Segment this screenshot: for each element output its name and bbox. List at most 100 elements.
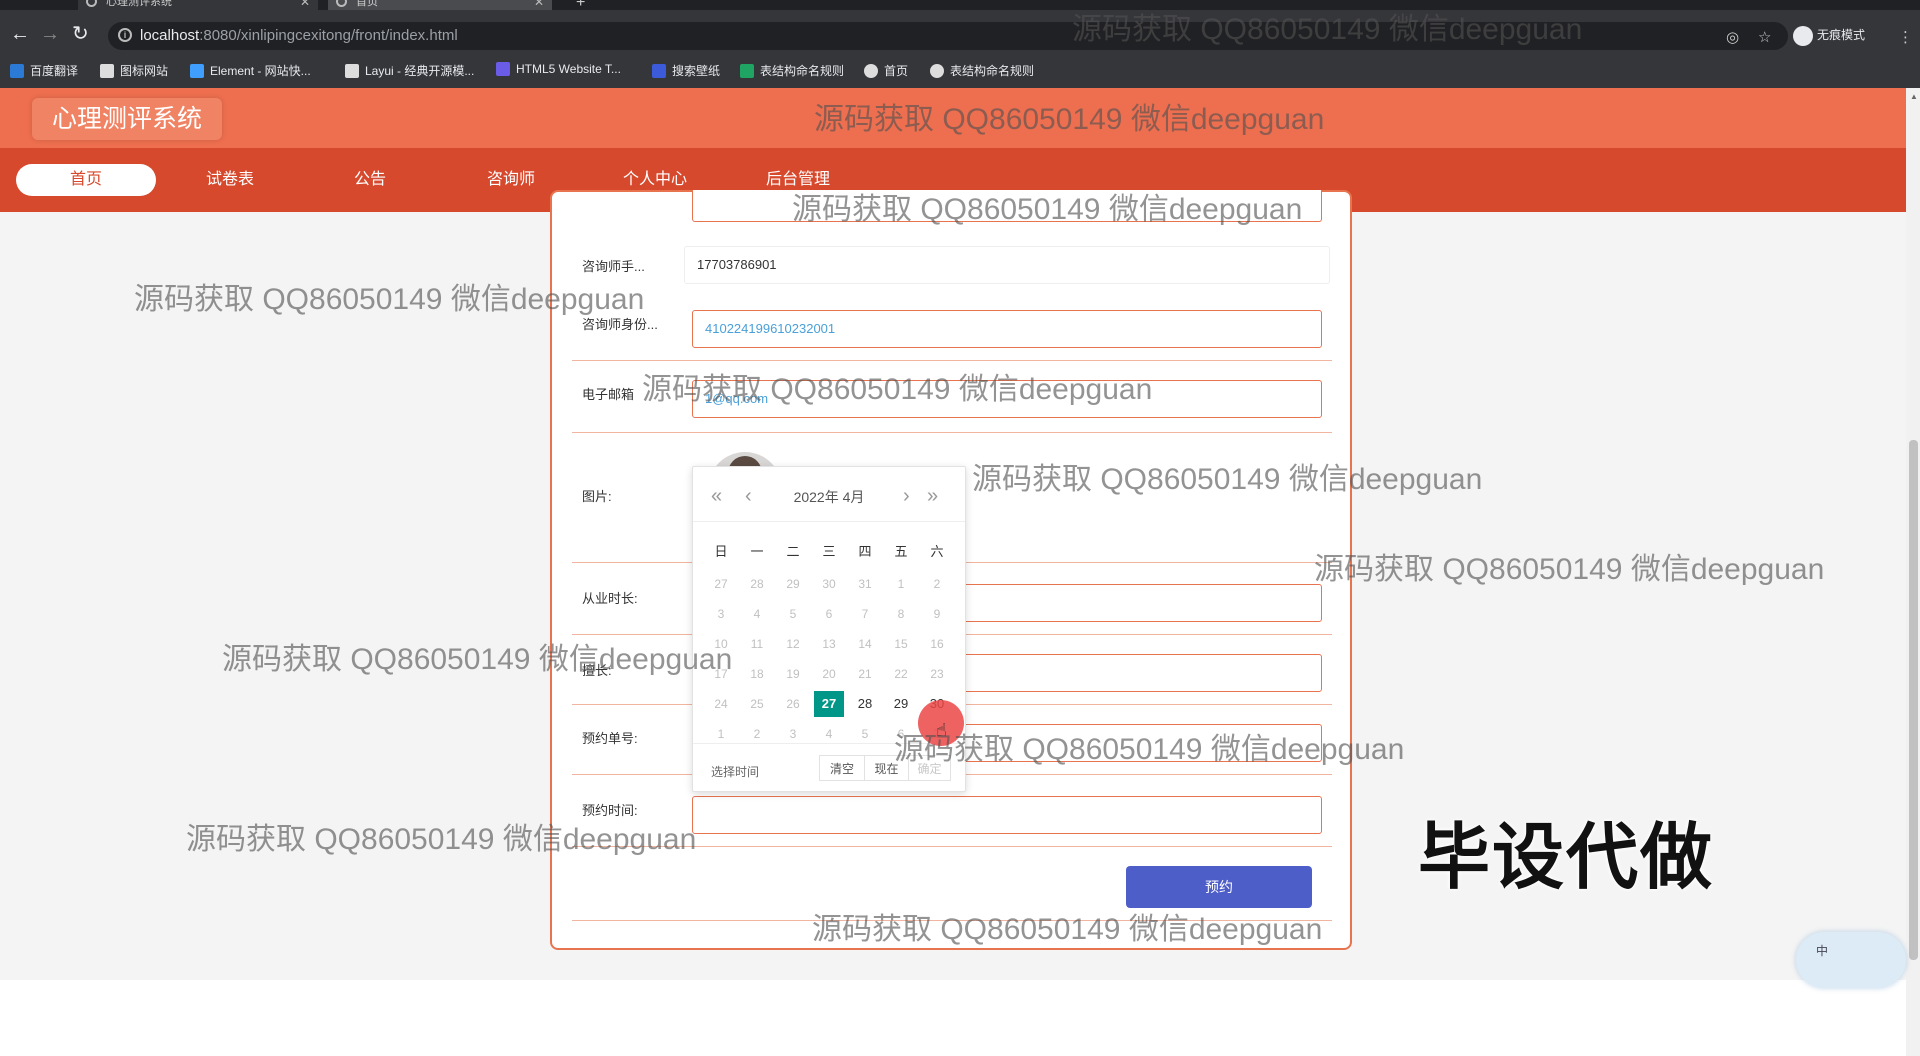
back-icon[interactable]: ← xyxy=(10,24,30,44)
scroll-up-icon[interactable]: ▲ xyxy=(1910,92,1918,101)
reload-icon[interactable]: ↻ xyxy=(72,24,89,44)
browser-tab-active[interactable]: 首页 ✕ xyxy=(328,0,552,10)
calendar-day[interactable]: 21 xyxy=(850,661,880,687)
calendar-day[interactable]: 1 xyxy=(886,571,916,597)
next-year-icon[interactable]: » xyxy=(927,485,938,508)
calendar-day[interactable]: 29 xyxy=(886,691,916,717)
nav-counselors[interactable]: 咨询师 xyxy=(441,170,581,190)
row-divider xyxy=(572,920,1332,921)
calendar-day[interactable]: 10 xyxy=(706,631,736,657)
bookmark-item[interactable]: 搜索壁纸 xyxy=(652,62,720,79)
calendar-day[interactable]: 24 xyxy=(706,691,736,717)
nav-exam-papers[interactable]: 试卷表 xyxy=(160,170,300,190)
calendar-day[interactable]: 4 xyxy=(742,601,772,627)
calendar-day[interactable]: 23 xyxy=(922,661,952,687)
calendar-day[interactable]: 18 xyxy=(742,661,772,687)
calendar-day[interactable]: 29 xyxy=(778,571,808,597)
star-icon[interactable]: ☆ xyxy=(1758,28,1771,46)
page-footer xyxy=(0,980,1906,1056)
confirm-button[interactable]: 确定 xyxy=(909,755,951,781)
calendar-day[interactable]: 27 xyxy=(706,571,736,597)
calendar-day[interactable]: 14 xyxy=(850,631,880,657)
bookmark-item[interactable]: 首页 xyxy=(864,62,908,79)
calendar-day[interactable]: 3 xyxy=(706,601,736,627)
bookmark-item[interactable]: Layui - 经典开源模... xyxy=(345,62,474,79)
menu-icon[interactable]: ⋮ xyxy=(1898,28,1913,46)
nav-home[interactable]: 首页 xyxy=(16,164,156,196)
url-path: :8080/xinlipingcexitong/front/index.html xyxy=(199,27,458,44)
calendar-day[interactable]: 13 xyxy=(814,631,844,657)
calendar-day[interactable]: 28 xyxy=(850,691,880,717)
book-button[interactable]: 预约 xyxy=(1126,866,1312,908)
calendar-day[interactable]: 30 xyxy=(814,571,844,597)
eye-off-icon[interactable]: ◎ xyxy=(1726,28,1739,46)
bookmark-label: HTML5 Website T... xyxy=(516,62,621,76)
calendar-day[interactable]: 12 xyxy=(778,631,808,657)
calendar-day[interactable]: 25 xyxy=(742,691,772,717)
appointment-time-field[interactable] xyxy=(692,796,1322,834)
ime-floating-widget[interactable]: 中 xyxy=(1796,932,1906,988)
bookmark-label: 百度翻译 xyxy=(30,64,79,78)
idcard-field[interactable]: 410224199610232001 xyxy=(692,310,1322,348)
address-bar[interactable]: i localhost:8080/xinlipingcexitong/front… xyxy=(108,22,1788,50)
calendar-day[interactable]: 6 xyxy=(814,601,844,627)
idcard-label: 咨询师身份... xyxy=(582,317,658,332)
forward-icon[interactable]: → xyxy=(40,24,60,44)
app-logo[interactable]: 心理测评系统 xyxy=(32,98,222,140)
element-icon xyxy=(190,64,204,78)
next-month-icon[interactable]: › xyxy=(903,485,910,508)
weekday-header: 三 xyxy=(822,544,836,559)
close-tab-icon[interactable]: ✕ xyxy=(300,0,310,10)
picker-title[interactable]: 2022年 4月 xyxy=(693,487,965,507)
calendar-day[interactable]: 9 xyxy=(922,601,952,627)
calendar-day[interactable]: 16 xyxy=(922,631,952,657)
nav-admin[interactable]: 后台管理 xyxy=(728,170,868,190)
scrollbar-thumb[interactable] xyxy=(1909,440,1918,960)
idcard-value: 410224199610232001 xyxy=(705,321,836,336)
weekday-header: 一 xyxy=(750,544,764,559)
incognito-badge[interactable]: 无痕模式 xyxy=(1793,26,1865,46)
nav-notices[interactable]: 公告 xyxy=(300,170,440,190)
calendar-day[interactable]: 2 xyxy=(922,571,952,597)
calendar-day[interactable]: 19 xyxy=(778,661,808,687)
email-label: 电子邮箱 xyxy=(582,387,635,402)
calendar-day[interactable]: 27 xyxy=(814,691,844,717)
browser-tab[interactable]: 心理测评系统 ✕ xyxy=(78,0,318,10)
nav-profile[interactable]: 个人中心 xyxy=(585,170,725,190)
now-button[interactable]: 现在 xyxy=(865,755,909,781)
calendar-day[interactable]: 15 xyxy=(886,631,916,657)
email-field[interactable]: 1@qq.com xyxy=(692,380,1322,418)
calendar-day[interactable]: 8 xyxy=(886,601,916,627)
info-icon[interactable]: i xyxy=(118,28,132,42)
bookmark-item[interactable]: 百度翻译 xyxy=(10,62,78,79)
bookmark-label: 首页 xyxy=(884,64,909,78)
select-time-link[interactable]: 选择时间 xyxy=(711,763,759,780)
calendar-day[interactable]: 26 xyxy=(778,691,808,717)
calendar-day[interactable]: 31 xyxy=(850,571,880,597)
bookmark-item[interactable]: HTML5 Website T... xyxy=(496,62,621,76)
calendar-day[interactable]: 5 xyxy=(778,601,808,627)
layui-icon xyxy=(345,64,359,78)
calendar-day[interactable]: 22 xyxy=(886,661,916,687)
close-tab-icon[interactable]: ✕ xyxy=(534,0,544,10)
bookmark-item[interactable]: 图标网站 xyxy=(100,62,168,79)
app-header xyxy=(0,88,1906,148)
phone-field[interactable]: 17703786901 xyxy=(684,246,1330,284)
calendar-day[interactable]: 20 xyxy=(814,661,844,687)
html5-icon xyxy=(496,62,510,76)
calendar-day[interactable]: 28 xyxy=(742,571,772,597)
input-field-partial[interactable] xyxy=(692,190,1322,222)
specialty-label: 擅长: xyxy=(582,663,612,678)
clear-button[interactable]: 清空 xyxy=(819,755,865,781)
url-host: localhost xyxy=(140,27,200,44)
bookmark-label: Element - 网站快... xyxy=(210,64,311,78)
bookmark-item[interactable]: 表结构命名规则 xyxy=(740,62,844,79)
calendar-day[interactable]: 17 xyxy=(706,661,736,687)
calendar-day[interactable]: 7 xyxy=(850,601,880,627)
calendar-day[interactable]: 11 xyxy=(742,631,772,657)
globe-icon xyxy=(930,64,944,78)
bookmark-item[interactable]: Element - 网站快... xyxy=(190,62,311,79)
years-label: 从业时长: xyxy=(582,591,638,606)
photo-label: 图片: xyxy=(582,489,612,504)
bookmark-item[interactable]: 表结构命名规则 xyxy=(930,62,1034,79)
